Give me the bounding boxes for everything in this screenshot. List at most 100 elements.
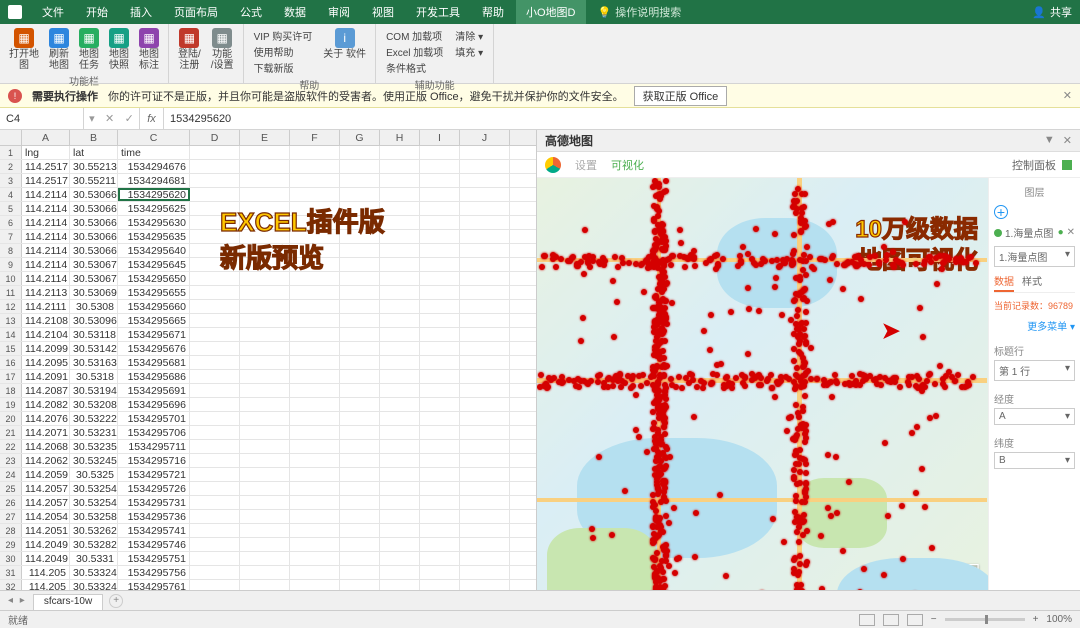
table-row[interactable]: 31114.20530.533241534295756 (0, 566, 536, 580)
table-row[interactable]: 22114.206830.532351534295711 (0, 440, 536, 454)
formula-input[interactable]: 1534295620 (164, 108, 1080, 129)
table-row[interactable]: 23114.206230.532451534295716 (0, 454, 536, 468)
col-header[interactable]: D (190, 130, 240, 145)
table-row[interactable]: 24114.205930.53251534295721 (0, 468, 536, 482)
table-row[interactable]: 17114.209130.53181534295686 (0, 370, 536, 384)
lng-select[interactable]: A▾ (994, 408, 1075, 425)
style-subtab[interactable]: 样式 (1022, 273, 1042, 292)
ribbon-tab-1[interactable]: 开始 (76, 0, 118, 24)
table-row[interactable]: 2114.251730.552131534294676 (0, 160, 536, 174)
ribbon-button[interactable]: ▦登陆/注册 (175, 26, 204, 73)
ribbon-button[interactable]: ▦刷新地图 (46, 26, 72, 73)
col-header[interactable]: H (380, 130, 420, 145)
table-row[interactable]: 5114.211430.530661534295625 (0, 202, 536, 216)
page-layout-button[interactable] (883, 614, 899, 626)
table-row[interactable]: 13114.210830.530961534295665 (0, 314, 536, 328)
ribbon-button[interactable]: ▦地图快照 (106, 26, 132, 73)
download-link[interactable]: 下载新版 (254, 60, 313, 75)
table-row[interactable]: 8114.211430.530661534295640 (0, 244, 536, 258)
table-row[interactable]: 28114.205130.532621534295741 (0, 524, 536, 538)
table-row[interactable]: 7114.211430.530661534295635 (0, 230, 536, 244)
get-genuine-button[interactable]: 获取正版 Office (634, 86, 728, 106)
table-row[interactable]: 19114.208230.532081534295696 (0, 398, 536, 412)
ribbon-button[interactable]: ▦打开地图 (6, 26, 42, 73)
sheet-rows[interactable]: EXCEL插件版 新版预览 1lnglattime2114.251730.552… (0, 146, 536, 590)
table-row[interactable]: 30114.204930.53311534295751 (0, 552, 536, 566)
settings-tab[interactable]: 设置 (575, 157, 597, 173)
com-addin-link[interactable]: COM 加载项 (386, 28, 443, 43)
title-row-select[interactable]: 第 1 行▾ (994, 360, 1075, 381)
table-row[interactable]: 9114.211430.530671534295645 (0, 258, 536, 272)
cond-format-link[interactable]: 条件格式 (386, 60, 443, 75)
panel-dropdown-icon[interactable]: ▼ (1044, 134, 1055, 147)
buy-vip-link[interactable]: VIP 购买许可 (254, 28, 313, 43)
more-menu[interactable]: 更多菜单 ▾ (994, 318, 1075, 333)
panel-close-icon[interactable]: ✕ (1063, 134, 1072, 147)
table-row[interactable]: 29114.204930.532821534295746 (0, 538, 536, 552)
name-box[interactable]: C4 (0, 108, 84, 129)
ribbon-tab-0[interactable]: 文件 (32, 0, 74, 24)
col-header[interactable]: C (118, 130, 190, 145)
ribbon-tab-8[interactable]: 开发工具 (406, 0, 470, 24)
ribbon-tab-4[interactable]: 公式 (230, 0, 272, 24)
table-row[interactable]: 3114.251730.552111534294681 (0, 174, 536, 188)
zoom-in-button[interactable]: + (1033, 614, 1039, 625)
layer-select[interactable]: 1.海量点图▾ (994, 246, 1075, 267)
table-row[interactable]: 21114.207130.532311534295706 (0, 426, 536, 440)
col-header[interactable]: I (420, 130, 460, 145)
table-row[interactable]: 20114.207630.532221534295701 (0, 412, 536, 426)
share-button[interactable]: 👤 共享 (1032, 4, 1072, 20)
excel-addin-link[interactable]: Excel 加载项 (386, 44, 443, 59)
table-row[interactable]: 4114.211430.530661534295620 (0, 188, 536, 202)
ribbon-tab-5[interactable]: 数据 (274, 0, 316, 24)
zoom-slider[interactable] (945, 618, 1025, 621)
table-row[interactable]: 12114.211130.53081534295660 (0, 300, 536, 314)
map-canvas[interactable]: 10万级数据 地图可视化 ➤ ◐ 小O地图 (537, 178, 988, 590)
about-button[interactable]: i 关于 软件 (320, 26, 369, 62)
usage-help-link[interactable]: 使用帮助 (254, 44, 313, 59)
viz-tab[interactable]: 可视化 (611, 157, 644, 173)
table-row[interactable]: 15114.209930.531421534295676 (0, 342, 536, 356)
lat-select[interactable]: B▾ (994, 452, 1075, 469)
table-row[interactable]: 18114.208730.531941534295691 (0, 384, 536, 398)
fx-icon[interactable]: fx (140, 108, 164, 129)
table-row[interactable]: 14114.210430.531181534295671 (0, 328, 536, 342)
help-search[interactable]: 💡 操作说明搜索 (598, 4, 682, 20)
ribbon-tab-6[interactable]: 审阅 (318, 0, 360, 24)
normal-view-button[interactable] (859, 614, 875, 626)
add-sheet-button[interactable]: + (109, 594, 123, 608)
table-row[interactable]: 1lnglattime (0, 146, 536, 160)
table-row[interactable]: 16114.209530.531631534295681 (0, 356, 536, 370)
table-row[interactable]: 10114.211430.530671534295650 (0, 272, 536, 286)
ribbon-button[interactable]: ▦地图任务 (76, 26, 102, 73)
col-header[interactable]: A (22, 130, 70, 145)
ribbon-button[interactable]: ▦功能/设置 (208, 26, 237, 73)
zoom-level[interactable]: 100% (1046, 614, 1072, 625)
fill-link[interactable]: 填充 (455, 48, 475, 59)
panel-toggle-icon[interactable] (1062, 160, 1072, 170)
zoom-out-button[interactable]: − (931, 614, 937, 625)
page-break-button[interactable] (907, 614, 923, 626)
table-row[interactable]: 32114.20530.533241534295761 (0, 580, 536, 590)
col-header[interactable]: E (240, 130, 290, 145)
ribbon-tab-10[interactable]: 小O地图D (516, 0, 586, 24)
data-subtab[interactable]: 数据 (994, 273, 1014, 292)
table-row[interactable]: 27114.205430.532581534295736 (0, 510, 536, 524)
add-layer-button[interactable]: + (994, 205, 1008, 219)
ribbon-tab-3[interactable]: 页面布局 (164, 0, 228, 24)
ribbon-tab-9[interactable]: 帮助 (472, 0, 514, 24)
close-icon[interactable]: ✕ (1063, 89, 1072, 102)
table-row[interactable]: 11114.211330.530691534295655 (0, 286, 536, 300)
ribbon-tab-2[interactable]: 插入 (120, 0, 162, 24)
ribbon-tab-7[interactable]: 视图 (362, 0, 404, 24)
ribbon-button[interactable]: ▦地图标注 (136, 26, 162, 73)
col-header[interactable]: F (290, 130, 340, 145)
col-header[interactable]: J (460, 130, 510, 145)
table-row[interactable]: 6114.211430.530661534295630 (0, 216, 536, 230)
sheet-nav-icons[interactable]: ◂ ▸ (8, 595, 27, 606)
table-row[interactable]: 25114.205730.532541534295726 (0, 482, 536, 496)
col-header[interactable]: B (70, 130, 118, 145)
select-all-corner[interactable] (0, 130, 22, 145)
col-header[interactable]: G (340, 130, 380, 145)
clear-link[interactable]: 清除 (455, 32, 475, 43)
